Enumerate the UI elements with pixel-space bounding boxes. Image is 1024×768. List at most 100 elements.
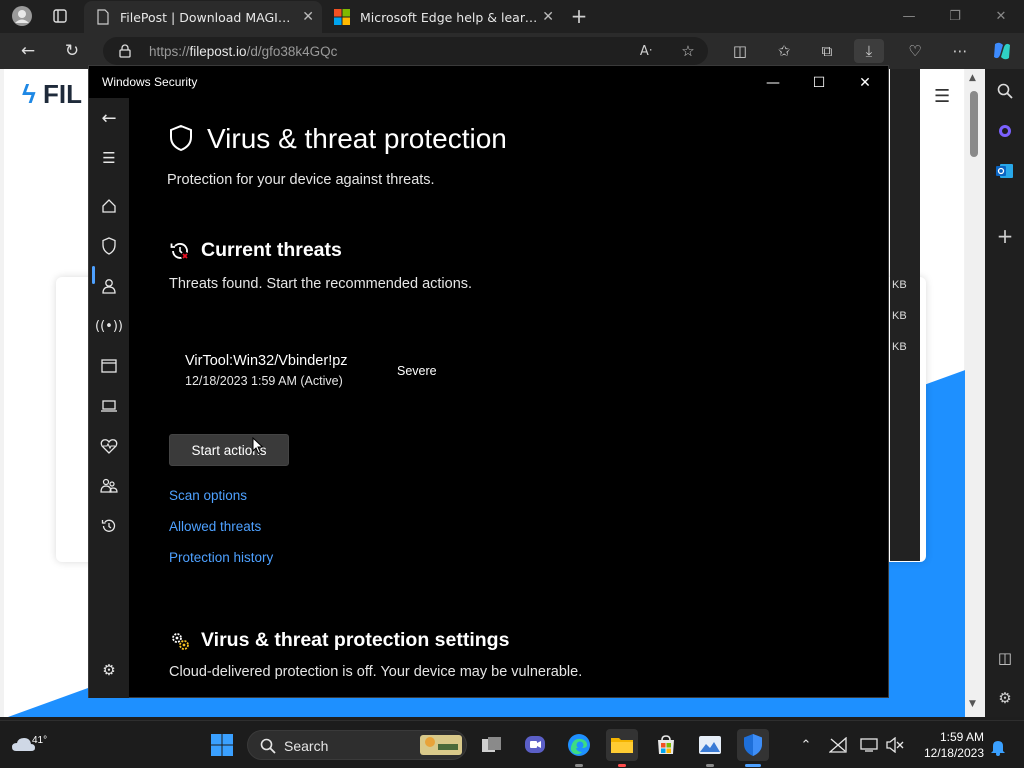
tab-edge-help[interactable]: Microsoft Edge help & learning ✕ xyxy=(322,1,562,33)
restore-icon[interactable]: ❐ xyxy=(932,4,978,28)
start-actions-button[interactable]: Start actions xyxy=(169,434,289,466)
close-tab-icon[interactable]: ✕ xyxy=(542,9,554,25)
history-icon[interactable] xyxy=(97,514,121,538)
active-indicator xyxy=(745,764,761,767)
minimize-icon[interactable]: — xyxy=(886,4,932,28)
window-title: Windows Security xyxy=(102,75,198,89)
address-bar[interactable]: https://filepost.io/d/gfo38k4GQc Aᐧ ☆ xyxy=(103,37,708,65)
current-threats-heading: Current threats xyxy=(201,239,342,261)
tab-filepost[interactable]: FilePost | Download MAGIX_Vega ✕ xyxy=(84,1,322,33)
protection-settings-heading: Virus & threat protection settings xyxy=(201,629,510,651)
profile-avatar-icon[interactable] xyxy=(8,4,36,28)
more-options-icon[interactable]: ⋯ xyxy=(945,39,975,63)
family-icon[interactable] xyxy=(97,474,121,498)
running-indicator xyxy=(575,764,583,767)
close-tab-icon[interactable]: ✕ xyxy=(302,9,314,25)
security-content: Virus & threat protection Protection for… xyxy=(129,98,889,698)
photos-app-icon[interactable] xyxy=(694,729,726,767)
system-clock[interactable]: 1:59 AM 12/18/2023 xyxy=(912,729,984,761)
back-icon[interactable]: ← xyxy=(97,106,121,130)
site-menu-icon[interactable]: ☰ xyxy=(934,86,950,107)
new-tab-icon[interactable]: + xyxy=(565,4,593,28)
menu-icon[interactable]: ☰ xyxy=(97,146,121,170)
account-icon[interactable] xyxy=(97,274,121,298)
page-icon xyxy=(97,9,109,25)
lock-icon[interactable] xyxy=(119,44,131,58)
favorite-star-icon[interactable]: ☆ xyxy=(673,39,703,63)
scan-options-link[interactable]: Scan options xyxy=(169,488,247,503)
browser-essentials-icon[interactable]: ♡ xyxy=(900,39,930,63)
allowed-threats-link[interactable]: Allowed threats xyxy=(169,519,261,534)
teams-chat-icon[interactable] xyxy=(519,729,551,761)
display-icon[interactable] xyxy=(858,733,880,757)
favorites-icon[interactable]: ✩ xyxy=(769,39,799,63)
running-indicator xyxy=(706,764,714,767)
tab-title: Microsoft Edge help & learning xyxy=(360,9,540,25)
scroll-thumb[interactable] xyxy=(970,91,978,157)
network-off-icon[interactable] xyxy=(827,733,849,757)
settings-icon[interactable]: ⚙ xyxy=(97,658,121,682)
page-scrollbar[interactable]: ▲ ▼ xyxy=(965,69,985,717)
health-icon[interactable] xyxy=(97,434,121,458)
device-security-icon[interactable] xyxy=(97,394,121,418)
search-icon xyxy=(260,738,276,754)
size-label: KB xyxy=(892,310,907,322)
scroll-down-icon[interactable]: ▼ xyxy=(969,699,976,709)
microsoft-store-icon[interactable] xyxy=(650,729,682,761)
collections-icon[interactable]: ⧉ xyxy=(812,39,842,63)
threats-history-icon xyxy=(170,243,189,260)
read-aloud-icon[interactable]: Aᐧ xyxy=(631,39,661,63)
tab-actions-icon[interactable] xyxy=(46,4,74,28)
app-browser-icon[interactable] xyxy=(97,354,121,378)
show-hidden-icons-chevron-icon[interactable]: ⌃ xyxy=(795,733,817,757)
task-view-icon[interactable] xyxy=(476,729,508,761)
maximize-icon[interactable]: ☐ xyxy=(796,72,842,94)
back-icon[interactable]: ← xyxy=(14,39,42,63)
site-logo: ϟ FIL xyxy=(22,79,82,109)
taskbar-search[interactable]: Search xyxy=(247,730,467,760)
taskbar: 41° Search ⌃ 1:59 AM 12/18/2023 xyxy=(0,720,1024,768)
outlook-icon[interactable] xyxy=(993,159,1017,183)
threat-severity: Severe xyxy=(397,364,437,378)
microsoft-logo-icon xyxy=(334,9,350,25)
clock-time: 1:59 AM xyxy=(939,730,984,744)
settings-gears-icon xyxy=(172,633,189,650)
address-toolbar: ← ↻ https://filepost.io/d/gfo38k4GQc Aᐧ … xyxy=(0,33,1024,69)
file-explorer-icon[interactable] xyxy=(606,729,638,767)
add-sidebar-app-icon[interactable]: + xyxy=(993,224,1017,248)
protection-history-link[interactable]: Protection history xyxy=(169,550,273,565)
windows-security-taskbar-icon[interactable] xyxy=(737,729,769,767)
scroll-up-icon[interactable]: ▲ xyxy=(969,73,976,83)
refresh-icon[interactable]: ↻ xyxy=(58,39,86,63)
downloads-icon[interactable]: ⤓ xyxy=(854,39,884,63)
search-icon[interactable] xyxy=(993,79,1017,103)
weather-temp: 41° xyxy=(32,735,48,746)
shield-icon[interactable] xyxy=(97,234,121,258)
firewall-icon[interactable]: ((•)) xyxy=(95,314,123,338)
close-icon[interactable]: ✕ xyxy=(842,72,888,94)
minimize-icon[interactable]: — xyxy=(750,72,796,94)
window-titlebar[interactable]: Windows Security — ☐ ✕ xyxy=(89,66,889,98)
threat-datetime: 12/18/2023 1:59 AM (Active) xyxy=(185,374,343,388)
security-nav-rail: ← ☰ ((•)) ⚙ xyxy=(89,98,129,698)
weather-widget[interactable]: 41° xyxy=(10,729,47,761)
start-icon[interactable] xyxy=(206,729,238,761)
copilot-sidebar-icon[interactable] xyxy=(993,119,1017,143)
mouse-cursor xyxy=(252,437,264,455)
close-icon[interactable]: ✕ xyxy=(978,4,1024,28)
volume-muted-icon[interactable] xyxy=(884,733,906,757)
search-label: Search xyxy=(284,738,329,754)
notifications-bell-icon[interactable] xyxy=(987,735,1009,759)
running-indicator xyxy=(618,764,626,767)
tab-title: FilePost | Download MAGIX_Vega xyxy=(120,9,295,25)
protection-settings-description: Cloud-delivered protection is off. Your … xyxy=(169,664,583,680)
size-label: KB xyxy=(892,279,907,291)
copilot-icon[interactable] xyxy=(987,39,1017,63)
search-highlight-icon xyxy=(420,735,462,755)
split-screen-icon[interactable]: ◫ xyxy=(725,39,755,63)
nav-selection-indicator xyxy=(92,266,95,284)
home-icon[interactable] xyxy=(97,194,121,218)
hide-sidebar-icon[interactable]: ◫ xyxy=(993,646,1017,670)
sidebar-settings-icon[interactable]: ⚙ xyxy=(993,686,1017,710)
edge-browser-icon[interactable] xyxy=(563,729,595,767)
